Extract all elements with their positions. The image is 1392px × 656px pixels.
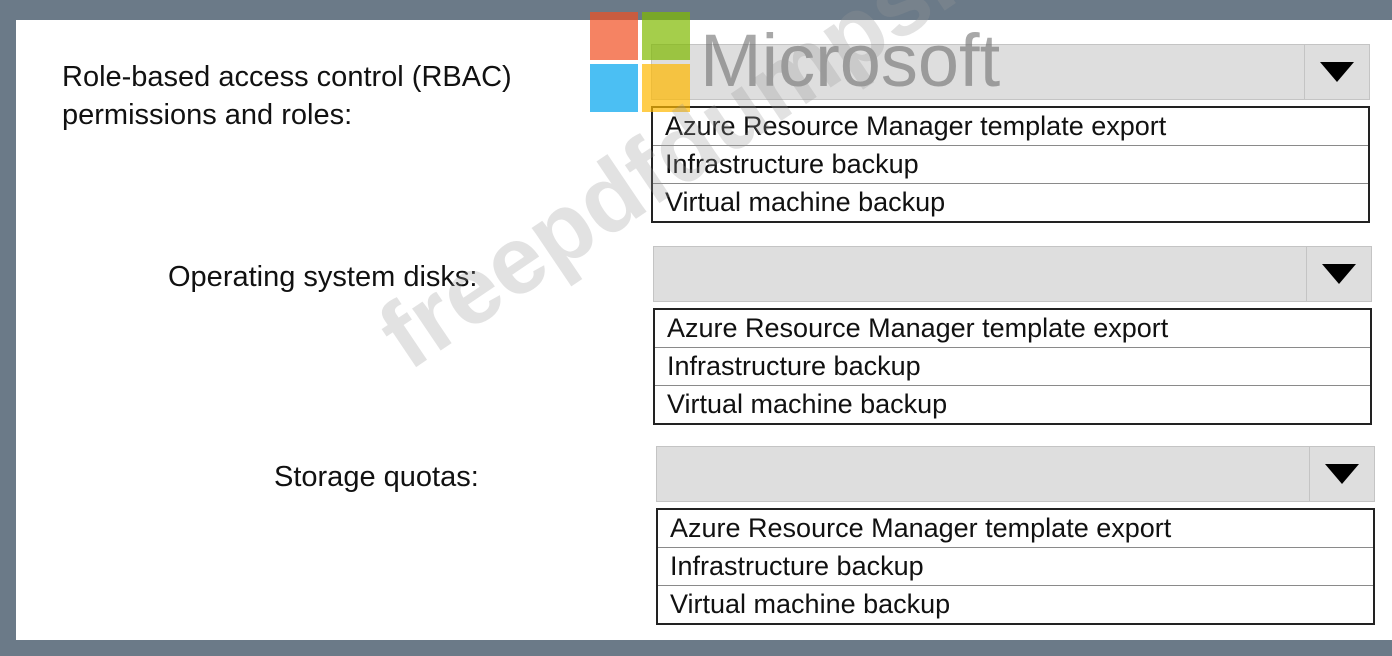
chevron-down-icon [1320,62,1354,82]
dropdown-group-storage-quotas: Azure Resource Manager template export I… [656,446,1375,625]
chevron-down-icon [1322,264,1356,284]
dropdown-os-disks[interactable] [653,246,1372,302]
microsoft-logo-icon [590,12,690,112]
option-item[interactable]: Virtual machine backup [653,184,1368,221]
chevron-down-icon [1325,464,1359,484]
option-item[interactable]: Azure Resource Manager template export [658,510,1373,548]
row-label-storage-quotas: Storage quotas: [274,461,479,493]
dropdown-toggle[interactable] [1304,45,1369,99]
option-item[interactable]: Azure Resource Manager template export [655,310,1370,348]
option-item[interactable]: Infrastructure backup [653,146,1368,184]
watermark-logo-text: Microsoft [700,19,1001,102]
row-label-os-disks: Operating system disks: [168,261,478,293]
dropdown-storage-quotas[interactable] [656,446,1375,502]
option-item[interactable]: Infrastructure backup [655,348,1370,386]
option-item[interactable]: Virtual machine backup [658,586,1373,623]
dropdown-options-os-disks: Azure Resource Manager template export I… [653,308,1372,425]
option-item[interactable]: Azure Resource Manager template export [653,108,1368,146]
dropdown-group-os-disks: Azure Resource Manager template export I… [653,246,1372,425]
option-item[interactable]: Infrastructure backup [658,548,1373,586]
dropdown-toggle[interactable] [1306,247,1371,301]
dropdown-toggle[interactable] [1309,447,1374,501]
dropdown-options-rbac: Azure Resource Manager template export I… [651,106,1370,223]
option-item[interactable]: Virtual machine backup [655,386,1370,423]
screen: Role-based access control (RBAC) permiss… [0,0,1392,656]
row-label-rbac: Role-based access control (RBAC) permiss… [62,61,512,131]
dropdown-options-storage-quotas: Azure Resource Manager template export I… [656,508,1375,625]
